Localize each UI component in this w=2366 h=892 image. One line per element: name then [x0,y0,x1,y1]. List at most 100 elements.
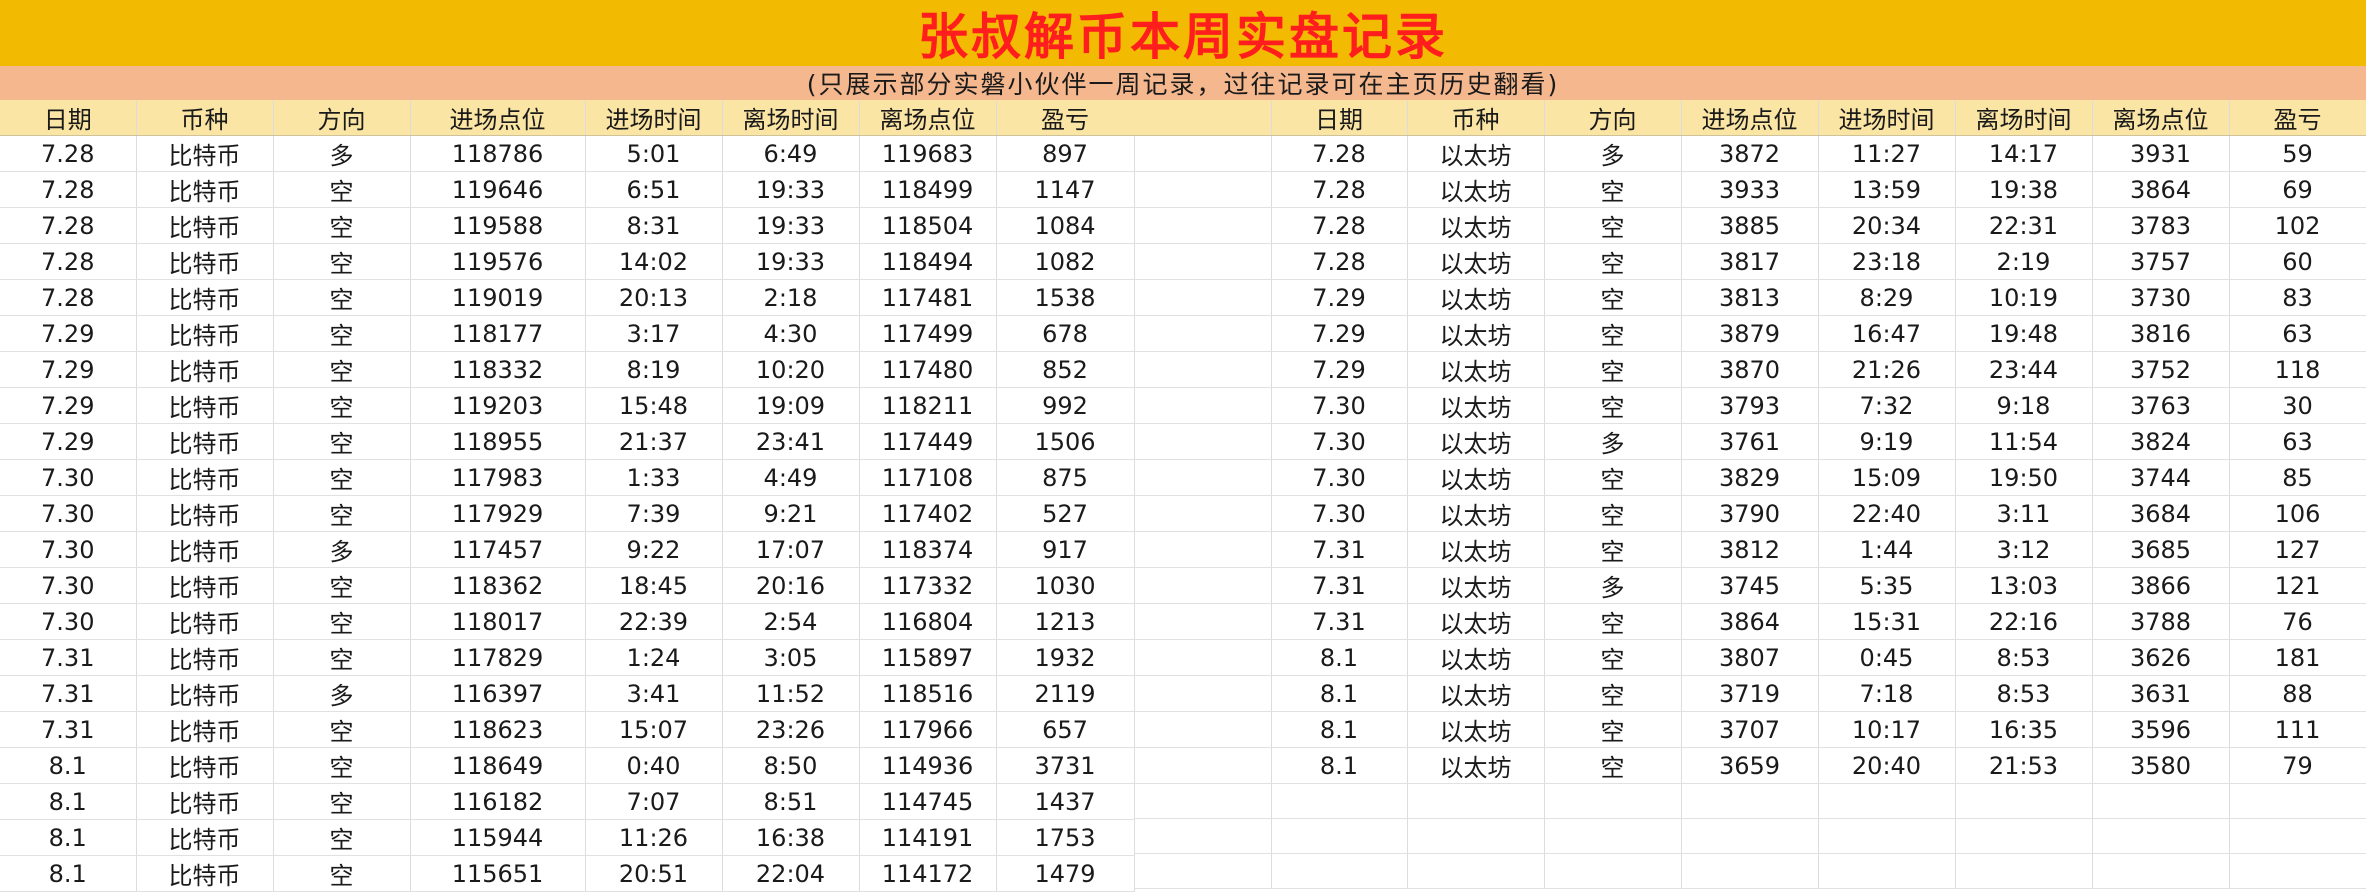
eth-cell-entry-price: 3719 [1681,675,1819,712]
btc-cell-date: 7.30 [0,567,137,604]
eth-trade-row: 8.1 以太坊空 3707 10:17 16:35 3596 111 [1134,711,2366,748]
btc-cell-date: 7.28 [0,243,137,280]
btc-trade-row: 7.30 比特币空 118017 22:39 2:54 116804 1213 [0,603,1135,640]
eth-cell-exit-time: 11:54 [1955,423,2093,460]
eth-cell-entry-time: 11:27 [1818,135,1956,172]
btc-cell-exit-time: 2:18 [722,279,860,316]
eth-cell-direction [1544,783,1682,819]
btc-cell-direction: 空 [273,171,411,208]
eth-cell-exit-time: 19:50 [1955,459,2093,496]
eth-cell-exit-time: 10:19 [1955,279,2093,316]
eth-cell-entry-time [1818,783,1956,819]
btc-cell-exit-time: 2:54 [722,603,860,640]
eth-cell-exit-time: 16:35 [1955,711,2093,748]
eth-cell-coin: 以太坊 [1407,531,1545,568]
btc-cell-entry-price: 118623 [410,711,586,748]
btc-cell-exit-time: 6:49 [722,135,860,172]
eth-trade-row: 7.31 以太坊空 3812 1:44 3:12 3685 127 [1134,531,2366,568]
btc-cell-pnl: 1506 [996,423,1135,460]
btc-cell-entry-time: 3:41 [585,675,723,712]
btc-cell-coin: 比特币 [136,279,274,316]
eth-cell-exit-price: 3631 [2092,675,2230,712]
btc-cell-entry-time: 8:19 [585,351,723,388]
btc-cell-date: 7.30 [0,495,137,532]
eth-cell-direction: 空 [1544,711,1682,748]
btc-cell-pnl: 1479 [996,855,1135,892]
btc-cell-exit-price: 118499 [859,171,997,208]
btc-cell-pnl: 1437 [996,783,1135,820]
btc-cell-exit-time: 4:30 [722,315,860,352]
btc-cell-entry-time: 20:51 [585,855,723,892]
btc-cell-entry-time: 15:07 [585,711,723,748]
eth-cell-date [1271,818,1408,854]
eth-spacer-cell [1134,567,1272,604]
eth-cell-pnl: 69 [2229,171,2366,208]
btc-cell-date: 7.31 [0,639,137,676]
btc-cell-exit-time: 16:38 [722,819,860,856]
btc-cell-pnl: 2119 [996,675,1135,712]
eth-cell-entry-time: 15:09 [1818,459,1956,496]
btc-cell-coin: 比特币 [136,747,274,784]
eth-cell-exit-price [2092,853,2230,889]
eth-cell-date: 7.31 [1271,531,1408,568]
eth-cell-entry-time: 20:34 [1818,207,1956,244]
eth-header-exit-price: 离场点位 [2092,100,2230,136]
eth-cell-direction: 空 [1544,747,1682,784]
btc-cell-coin: 比特币 [136,639,274,676]
btc-cell-entry-price: 118786 [410,135,586,172]
eth-header-direction: 方向 [1544,100,1682,136]
eth-cell-exit-time: 2:19 [1955,243,2093,280]
btc-cell-entry-price: 118332 [410,351,586,388]
btc-cell-exit-time: 23:26 [722,711,860,748]
btc-cell-exit-price: 114745 [859,783,997,820]
btc-header-entry-time: 进场时间 [585,100,723,136]
eth-cell-direction: 空 [1544,639,1682,676]
eth-empty-row [1134,853,2366,889]
eth-cell-entry-price: 3870 [1681,351,1819,388]
btc-cell-date: 7.30 [0,531,137,568]
btc-cell-entry-time: 21:37 [585,423,723,460]
btc-header-entry-price: 进场点位 [410,100,586,136]
eth-spacer-cell [1134,818,1272,854]
btc-cell-exit-price: 118494 [859,243,997,280]
eth-trade-row: 7.29 以太坊空 3870 21:26 23:44 3752 118 [1134,351,2366,388]
eth-cell-date: 7.30 [1271,459,1408,496]
btc-cell-direction: 空 [273,639,411,676]
eth-cell-entry-time: 16:47 [1818,315,1956,352]
eth-cell-exit-price: 3596 [2092,711,2230,748]
btc-cell-exit-time: 10:20 [722,351,860,388]
eth-cell-pnl: 121 [2229,567,2366,604]
btc-trade-row: 7.29 比特币空 118955 21:37 23:41 117449 1506 [0,423,1135,460]
btc-cell-exit-price: 119683 [859,135,997,172]
eth-cell-pnl: 127 [2229,531,2366,568]
btc-cell-pnl: 678 [996,315,1135,352]
eth-cell-exit-time: 22:31 [1955,207,2093,244]
btc-cell-pnl: 897 [996,135,1135,172]
btc-cell-direction: 空 [273,315,411,352]
eth-cell-direction: 空 [1544,675,1682,712]
eth-cell-exit-time: 3:11 [1955,495,2093,532]
btc-cell-exit-price: 117480 [859,351,997,388]
eth-cell-pnl: 63 [2229,423,2366,460]
eth-cell-exit-time: 14:17 [1955,135,2093,172]
btc-cell-entry-price: 118177 [410,315,586,352]
btc-cell-coin: 比特币 [136,567,274,604]
eth-cell-coin: 以太坊 [1407,135,1545,172]
eth-cell-exit-price: 3744 [2092,459,2230,496]
eth-cell-entry-time [1818,853,1956,889]
eth-cell-pnl: 83 [2229,279,2366,316]
eth-trade-row: 7.31 以太坊空 3864 15:31 22:16 3788 76 [1134,603,2366,640]
btc-trade-row: 8.1 比特币空 118649 0:40 8:50 114936 3731 [0,747,1135,784]
eth-cell-exit-price: 3626 [2092,639,2230,676]
eth-cell-direction: 空 [1544,243,1682,280]
eth-cell-pnl [2229,853,2366,889]
btc-trade-row: 7.28 比特币多 118786 5:01 6:49 119683 897 [0,135,1135,172]
btc-cell-entry-time: 14:02 [585,243,723,280]
eth-trade-row: 7.31 以太坊多 3745 5:35 13:03 3866 121 [1134,567,2366,604]
btc-cell-entry-time: 8:31 [585,207,723,244]
btc-cell-exit-time: 17:07 [722,531,860,568]
eth-cell-entry-price: 3864 [1681,603,1819,640]
btc-cell-date: 7.28 [0,135,137,172]
btc-trade-row: 7.28 比特币空 119646 6:51 19:33 118499 1147 [0,171,1135,208]
eth-cell-entry-time: 15:31 [1818,603,1956,640]
